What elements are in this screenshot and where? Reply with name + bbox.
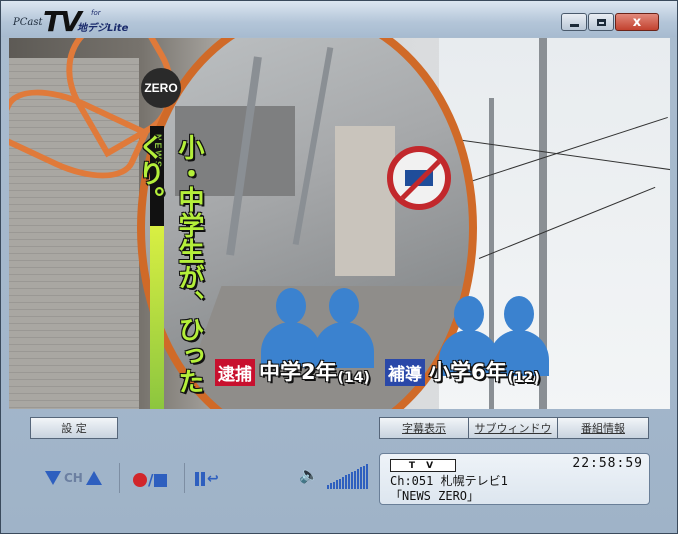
caption-guided: 補導 小学6年 (12) <box>385 356 540 386</box>
program-info-button-label: 番組情報 <box>581 422 625 435</box>
program-info-button[interactable]: 番組情報 <box>557 417 649 439</box>
channel-down-button[interactable] <box>45 471 61 485</box>
mirror-pole <box>292 46 334 246</box>
video-display[interactable]: ZERO NEWS 小・中学生が、ひったくり。 逮捕 中学2年 (14) 補導 … <box>9 38 670 409</box>
program-logo: ZERO <box>141 68 181 108</box>
minimize-icon <box>569 23 579 27</box>
pause-icon[interactable] <box>195 472 199 486</box>
volume-bar <box>342 477 344 489</box>
caption-age: (12) <box>507 370 540 386</box>
divider <box>119 463 120 493</box>
volume-bar <box>360 467 362 489</box>
volume-bar <box>336 480 338 489</box>
close-icon: x <box>632 14 642 30</box>
playback-controls: ↩ <box>195 471 219 487</box>
mirror-building <box>335 126 395 276</box>
divider <box>184 463 185 493</box>
minimize-button[interactable] <box>561 13 587 31</box>
volume-slider[interactable] <box>327 463 369 489</box>
logo-main: TV <box>43 5 82 38</box>
stop-button[interactable] <box>154 473 168 487</box>
volume-bar <box>333 481 335 489</box>
news-headline: 小・中学生が、ひったくり。 <box>134 134 204 394</box>
caption-text: 小学6年 <box>429 360 507 384</box>
caption-arrested: 逮捕 中学2年 (14) <box>215 356 370 386</box>
subtitle-button[interactable]: 字幕表示 <box>379 417 469 439</box>
volume-bar <box>363 465 365 489</box>
speaker-icon[interactable]: 🔈 <box>299 465 319 484</box>
separator-icon: / <box>148 471 154 489</box>
caption-age: (14) <box>337 370 370 386</box>
tv-badge: T V <box>390 459 456 472</box>
channel-label: CH <box>64 471 83 485</box>
volume-bar <box>354 470 356 489</box>
news-bar-accent <box>150 226 164 409</box>
volume-bar <box>327 485 329 489</box>
caption-tag: 補導 <box>385 359 425 386</box>
close-button[interactable]: x <box>615 13 659 31</box>
volume-bar <box>357 469 359 489</box>
logo-prefix: PCast <box>13 17 43 28</box>
channel-up-button[interactable] <box>85 471 102 485</box>
return-icon[interactable]: ↩ <box>207 471 219 487</box>
channel-info-panel: T V 22:58:59 Ch:051 札幌テレビ1 「NEWS ZERO」 <box>379 453 650 505</box>
truck-icon <box>405 170 433 186</box>
maximize-button[interactable] <box>588 13 614 31</box>
caption-text: 中学2年 <box>259 360 337 384</box>
volume-bar <box>366 464 368 489</box>
maximize-icon <box>596 18 606 26</box>
channel-controls: CH <box>45 471 102 485</box>
record-button[interactable] <box>133 473 147 487</box>
settings-button[interactable]: 設 定 <box>30 417 118 439</box>
logo-subtitle: 地デジLite <box>77 23 129 34</box>
no-trucks-sign <box>387 146 451 210</box>
subwindow-button[interactable]: サブウィンドウ <box>468 417 558 439</box>
clock-display: 22:58:59 <box>572 456 643 471</box>
pause-icon[interactable] <box>201 472 205 486</box>
settings-button-label: 設 定 <box>61 422 87 435</box>
volume-bar <box>351 472 353 489</box>
volume-bar <box>345 475 347 489</box>
volume-bar <box>348 473 350 489</box>
mute-control: 🔈 <box>299 465 319 484</box>
title-bar[interactable]: PCast TV for 地デジLite x <box>1 1 677 38</box>
subtitle-button-label: 字幕表示 <box>402 422 446 435</box>
subwindow-button-label: サブウィンドウ <box>474 422 552 435</box>
window-controls: x <box>560 13 659 31</box>
volume-bar <box>339 478 341 489</box>
logo-for: for <box>91 9 101 17</box>
record-controls: / <box>133 471 168 489</box>
caption-tag: 逮捕 <box>215 359 255 386</box>
volume-bar <box>330 483 332 489</box>
program-title: 「NEWS ZERO」 <box>390 489 480 503</box>
app-window: PCast TV for 地デジLite x ZERO NEWS 小・中学生が、… <box>0 0 678 534</box>
